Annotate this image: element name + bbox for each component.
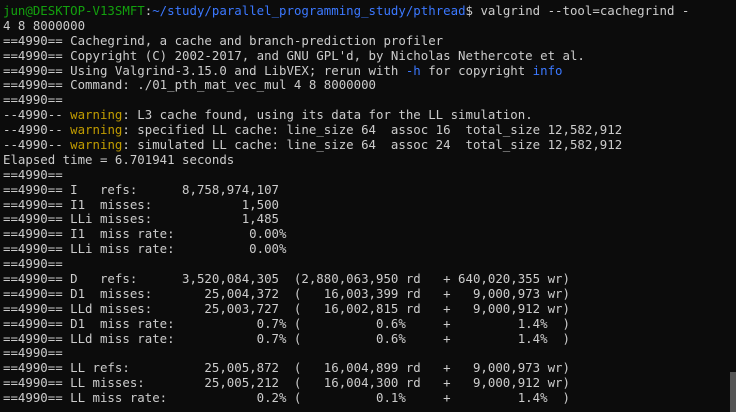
output-line: ==4990== LL misses: 25,005,212 ( 16,004,…: [3, 375, 570, 391]
warning-text: : simulated LL cache: line_size 64 assoc…: [122, 137, 623, 153]
output-line: ==4990== LLi miss rate: 0.00%: [3, 241, 287, 257]
warning-prefix: --4990--: [3, 107, 71, 123]
output-line: ==4990== D refs: 3,520,084,305 (2,880,06…: [3, 271, 570, 287]
version-text: ==4990== Using Valgrind-3.15.0 and LibVE…: [3, 62, 406, 78]
terminal-window[interactable]: jun@DESKTOP-V13SMFT:~/study/parallel_pro…: [0, 0, 736, 412]
prompt-user-host: jun@DESKTOP-V13SMFT: [3, 3, 145, 18]
output-line: ==4990== Cachegrind, a cache and branch-…: [3, 32, 444, 48]
prompt-path: ~/study/parallel_programming_study/pthre…: [152, 3, 466, 18]
warning-line: --4990-- warning: L3 cache found, using …: [3, 107, 736, 123]
command-text: valgrind --tool=cachegrind -: [473, 3, 690, 18]
output-line: ==4990== D1 misses: 25,004,372 ( 16,003,…: [3, 285, 570, 301]
version-line: ==4990== Using Valgrind-3.15.0 and LibVE…: [3, 62, 736, 79]
output-line: ==4990== D1 miss rate: 0.7% ( 0.6% + 1.4…: [3, 315, 570, 331]
output-line: ==4990==: [3, 256, 63, 272]
warning-line: --4990-- warning: simulated LL cache: li…: [3, 137, 736, 153]
warning-word: warning: [70, 137, 123, 153]
version-mid: for copyright: [420, 62, 533, 78]
warning-prefix: --4990--: [3, 137, 71, 153]
warning-text: : L3 cache found, using its data for the…: [122, 107, 533, 123]
info-word: info: [532, 62, 563, 78]
output-line: ==4990== I1 miss rate: 0.00%: [3, 226, 287, 242]
warning-word: warning: [70, 122, 123, 138]
output-line: ==4990==: [3, 166, 63, 182]
output-line: ==4990== LL miss rate: 0.2% ( 0.1% + 1.4…: [3, 390, 570, 406]
output-line: ==4990== I1 misses: 1,500: [3, 196, 280, 212]
warning-prefix: --4990--: [3, 122, 71, 138]
output-line: Elapsed time = 6.701941 seconds: [3, 151, 235, 167]
output-line: ==4990== I refs: 8,758,974,107: [3, 181, 280, 197]
output-line: ==4990== LLd miss rate: 0.7% ( 0.6% + 1.…: [3, 330, 570, 346]
output-line: ==4990== Copyright (C) 2002-2017, and GN…: [3, 47, 585, 63]
output-line: ==4990== LL refs: 25,005,872 ( 16,004,89…: [3, 360, 570, 376]
warning-line: --4990-- warning: specified LL cache: li…: [3, 122, 736, 138]
prompt-symbol: $: [465, 3, 473, 18]
output-line: ==4990==: [3, 92, 63, 108]
warning-word: warning: [70, 107, 123, 123]
output-line: 4 8 8000000: [3, 17, 86, 33]
prompt-line: jun@DESKTOP-V13SMFT:~/study/parallel_pro…: [3, 3, 736, 19]
output-line: ==4990== LLd misses: 25,003,727 ( 16,002…: [3, 300, 570, 316]
output-line: ==4990==: [3, 345, 63, 361]
warning-text: : specified LL cache: line_size 64 assoc…: [122, 122, 623, 138]
scrollbar-thumb[interactable]: [730, 372, 736, 412]
option-flag: -h: [405, 62, 421, 78]
output-line: ==4990== LLi misses: 1,485: [3, 211, 280, 227]
output-line: ==4990== Command: ./01_pth_mat_vec_mul 4…: [3, 77, 376, 93]
